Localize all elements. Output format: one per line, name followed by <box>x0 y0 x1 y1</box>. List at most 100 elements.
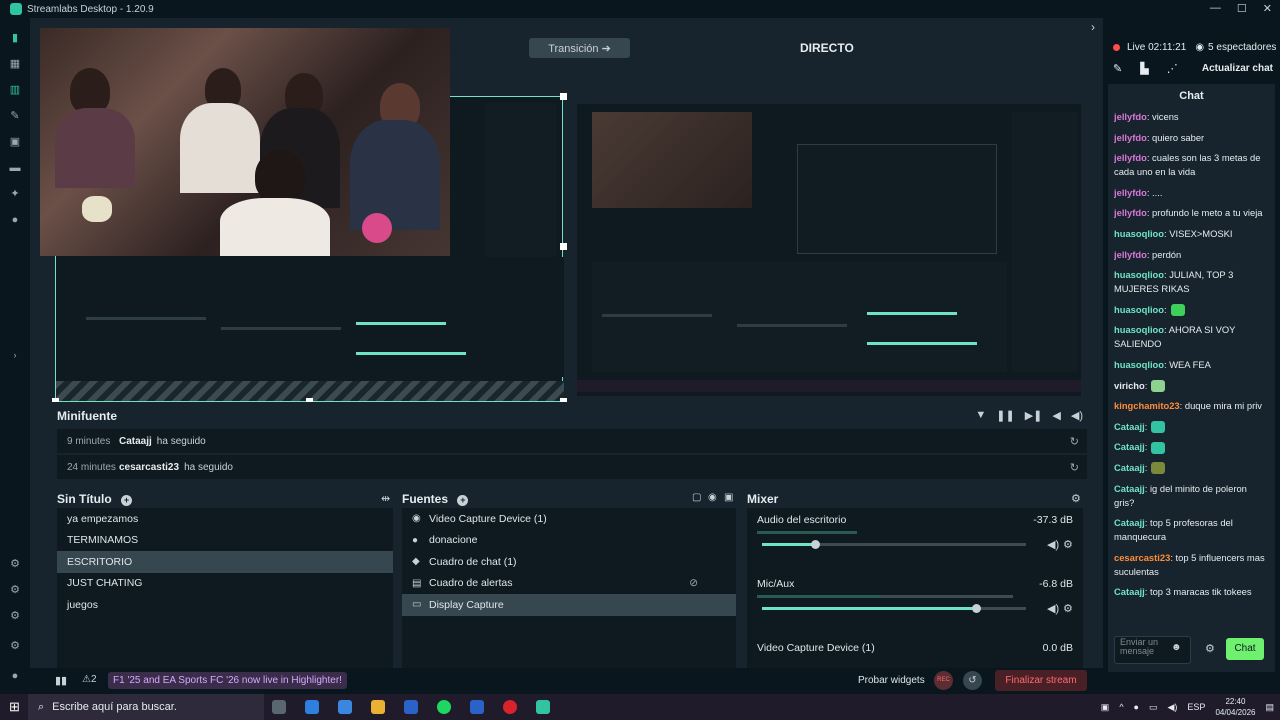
volume-slider[interactable] <box>762 604 1026 613</box>
profile-icon[interactable]: ● <box>9 670 21 682</box>
chat-username[interactable]: Cataajj <box>1114 517 1145 528</box>
skip-icon[interactable]: ▶❚ <box>1025 409 1043 422</box>
tray-app-icon[interactable]: ▣ <box>1101 702 1110 713</box>
resize-handle[interactable] <box>560 243 567 250</box>
volume-icon[interactable]: ◀) <box>1071 409 1083 422</box>
copilot-icon[interactable] <box>305 700 319 714</box>
collapse-chevron-icon[interactable]: › <box>1091 20 1095 34</box>
spotify-icon[interactable] <box>437 700 451 714</box>
chat-username[interactable]: Cataajj <box>1114 421 1145 432</box>
hidden-eye-icon[interactable]: ⊘ <box>689 577 698 589</box>
replay-buffer-button[interactable]: ↺ <box>963 671 982 690</box>
chat-username[interactable]: jellyfdo <box>1114 187 1147 198</box>
calendar-icon[interactable] <box>338 700 352 714</box>
highlighter-announcement[interactable]: F1 '25 and EA Sports FC '26 now live in … <box>108 672 347 689</box>
help-icon[interactable]: ⚙ <box>9 584 21 596</box>
chat-username[interactable]: huasoqlioo <box>1114 228 1164 239</box>
editor-icon[interactable]: ▮ <box>9 32 21 44</box>
windows-start-icon[interactable]: ⊞ <box>9 699 20 715</box>
add-scene-icon[interactable]: + <box>121 495 132 506</box>
themes-icon[interactable]: ✎ <box>9 110 21 122</box>
close-button[interactable]: ✕ <box>1263 2 1272 15</box>
dashboard-icon[interactable]: ⚙ <box>9 610 21 622</box>
expand-nav-chevron-icon[interactable]: › <box>9 349 21 361</box>
chat-username[interactable]: kingchamito23 <box>1114 400 1180 411</box>
mixer-settings-gear-icon[interactable]: ⚙ <box>1071 492 1081 505</box>
chat-username[interactable]: jellyfdo <box>1114 111 1147 122</box>
chat-username[interactable]: Cataajj <box>1114 462 1145 473</box>
source-item[interactable]: ◆ Cuadro de chat (1) <box>402 551 736 573</box>
notifications-icon[interactable]: ⚠2 <box>82 674 97 685</box>
chat-send-button[interactable]: Chat <box>1226 638 1264 660</box>
scene-item[interactable]: JUST CHATING <box>57 573 393 595</box>
end-stream-button[interactable]: Finalizar stream <box>995 670 1087 691</box>
chat-username[interactable]: huasoqlioo <box>1114 304 1164 315</box>
chat-username[interactable]: huasoqlioo <box>1114 269 1164 280</box>
minimize-button[interactable]: — <box>1210 2 1221 15</box>
chat-username[interactable]: jellyfdo <box>1114 249 1147 260</box>
channel-gear-icon[interactable]: ⚙ <box>1063 602 1073 615</box>
scene-item[interactable]: ESCRITORIO <box>57 551 393 573</box>
add-source-icon[interactable]: + <box>457 495 469 506</box>
refresh-chat-button[interactable]: Actualizar chat <box>1202 63 1273 74</box>
file-explorer-icon[interactable] <box>371 700 385 714</box>
mute-icon[interactable]: ◀ <box>1052 409 1060 422</box>
chat-settings-gear-icon[interactable]: ⚙ <box>1205 642 1215 655</box>
chat-username[interactable]: Cataajj <box>1114 441 1145 452</box>
chat-username[interactable]: Cataajj <box>1114 586 1145 597</box>
network-icon[interactable]: ▭ <box>1149 702 1158 713</box>
mute-speaker-icon[interactable]: ◀) <box>1047 602 1059 615</box>
maximize-button[interactable]: ☐ <box>1237 2 1247 15</box>
tray-overflow-icon[interactable]: ^ <box>1119 702 1123 712</box>
volume-slider[interactable] <box>762 540 1026 549</box>
task-view-icon[interactable] <box>272 700 286 714</box>
tools-icon[interactable]: ✦ <box>9 188 21 200</box>
scene-item[interactable]: juegos <box>57 594 393 616</box>
store-icon[interactable] <box>404 700 418 714</box>
taskbar-search[interactable]: ⌕ Escribe aquí para buscar. <box>28 694 264 720</box>
scene-transitions-icon[interactable]: ⇹ <box>381 492 390 505</box>
scene-item[interactable]: TERMINAMOS <box>57 530 393 552</box>
group-icon[interactable]: ▢ <box>692 492 701 503</box>
chat-username[interactable]: jellyfdo <box>1114 132 1147 143</box>
source-item[interactable]: ◉ Video Capture Device (1) <box>402 508 736 530</box>
highlighter-icon[interactable]: ▬ <box>9 162 21 174</box>
chat-username[interactable]: huasoqlioo <box>1114 359 1164 370</box>
test-widgets-button[interactable]: Probar widgets <box>858 675 925 686</box>
app-store-icon[interactable]: ▣ <box>9 136 21 148</box>
studio-mode-icon[interactable]: ▥ <box>9 84 21 96</box>
alert-box-icon[interactable]: ● <box>9 214 21 226</box>
edit-stream-info-icon[interactable]: ✎ <box>1113 62 1122 75</box>
notifications-center-icon[interactable]: ▤ <box>1265 702 1274 713</box>
mute-speaker-icon[interactable]: ◀) <box>1047 538 1059 551</box>
channel-gear-icon[interactable]: ⚙ <box>1063 538 1073 551</box>
opera-icon[interactable] <box>503 700 517 714</box>
volume-slider-knob[interactable] <box>971 604 981 613</box>
mail-icon[interactable] <box>470 700 484 714</box>
resize-handle[interactable] <box>560 93 567 100</box>
volume-slider-knob[interactable] <box>810 540 820 549</box>
performance-stats-icon[interactable]: ▮▮ <box>55 674 67 687</box>
emote-picker-icon[interactable]: ☻ <box>1171 642 1182 653</box>
scene-item[interactable]: ya empezamos <box>57 508 393 530</box>
language-indicator[interactable]: ESP <box>1187 702 1205 712</box>
chat-username[interactable]: jellyfdo <box>1114 207 1147 218</box>
dashboard-icon[interactable]: ▙ <box>1140 62 1148 75</box>
chat-username[interactable]: viricho <box>1114 380 1145 391</box>
pause-icon[interactable]: ❚❚ <box>996 409 1014 422</box>
chat-username[interactable]: cesarcasti23 <box>1114 552 1170 563</box>
selective-recording-icon[interactable]: ◉ <box>708 492 717 503</box>
source-item[interactable]: ▤ Cuadro de alertas ⊘ <box>402 573 736 595</box>
chat-username[interactable]: jellyfdo <box>1114 152 1147 163</box>
scene-collection-title[interactable]: Sin Título + <box>57 492 132 506</box>
streamlabs-taskbar-icon[interactable] <box>536 700 550 714</box>
replay-alert-icon[interactable]: ↻ <box>1070 435 1079 448</box>
mic-icon[interactable]: ● <box>1134 702 1139 712</box>
chat-username[interactable]: Cataajj <box>1114 483 1145 494</box>
share-icon[interactable]: ⋰ <box>1167 62 1178 75</box>
filter-icon[interactable]: ▼ <box>975 409 986 422</box>
settings-gear-icon[interactable]: ⚙ <box>9 640 21 652</box>
chat-username[interactable]: huasoqlioo <box>1114 324 1164 335</box>
transition-button[interactable]: Transición ➔ <box>529 38 630 58</box>
collab-icon[interactable]: ⚙ <box>9 558 21 570</box>
